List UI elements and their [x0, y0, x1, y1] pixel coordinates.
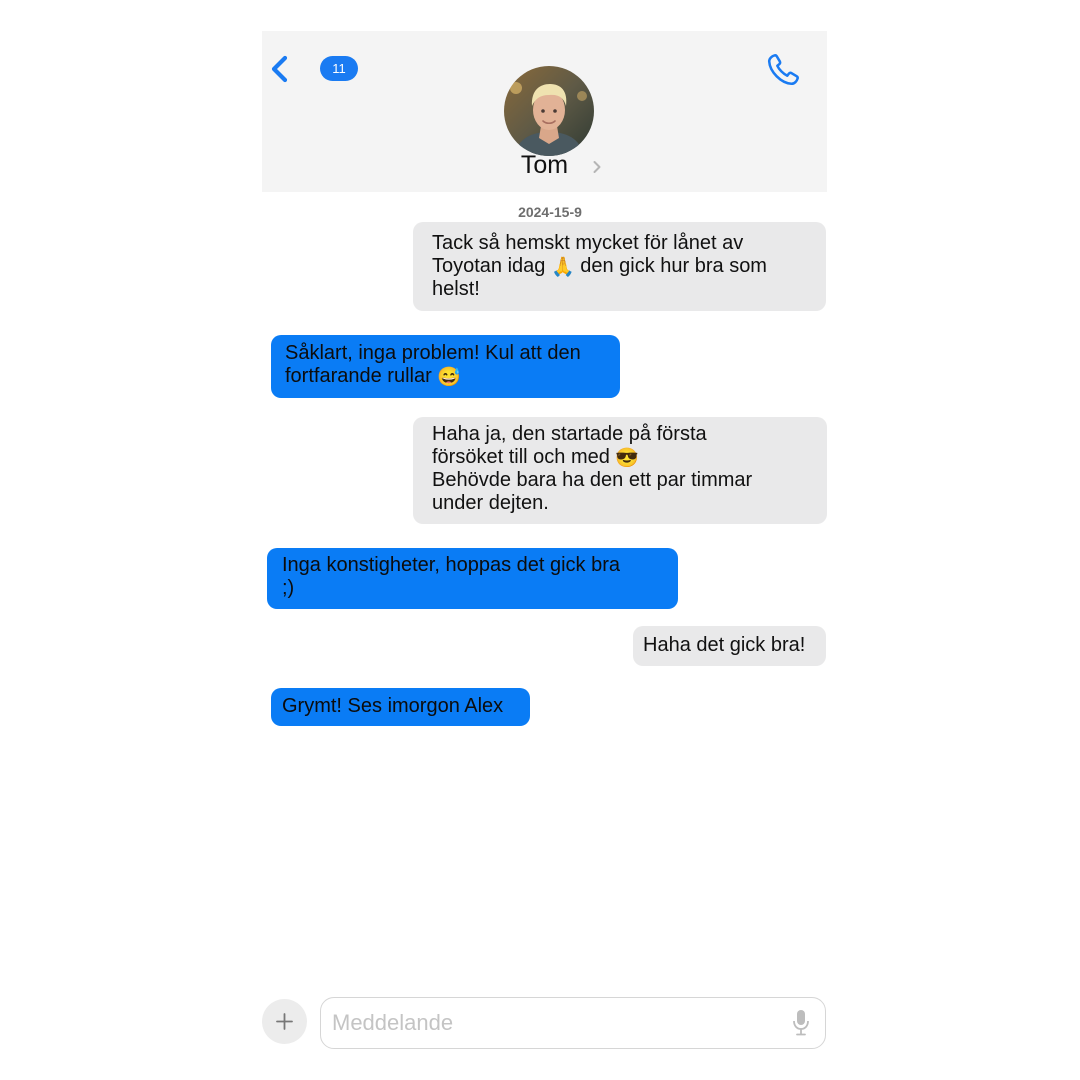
message-text: Behövde bara ha den ett par timmar under…	[432, 469, 753, 514]
message-bubble-incoming[interactable]: Tack så hemskt mycket för lånet av Toyot…	[413, 222, 826, 311]
phone-icon[interactable]	[764, 51, 802, 89]
message-bubble-outgoing[interactable]: Grymt! Ses imorgon Alex	[271, 688, 530, 726]
message-bubble-outgoing[interactable]: Inga konstigheter, hoppas det gick bra ;…	[267, 548, 678, 609]
unread-count-badge[interactable]: 11	[320, 56, 358, 81]
messages-screen: 11 Tom 2024-15-9 Tack så hemskt mycket f…	[262, 31, 827, 1051]
conversation-date: 2024-15-9	[518, 204, 582, 220]
message-text: Såklart, inga problem! Kul att den fortf…	[285, 342, 581, 387]
message-bubble-incoming[interactable]: Haha ja, den startade på första försöket…	[413, 417, 827, 524]
grinning-sweat-emoji: 😅	[437, 367, 461, 388]
message-input[interactable]	[320, 997, 826, 1049]
message-text: Haha ja, den startade på första försöket…	[432, 423, 707, 468]
message-bubble-outgoing[interactable]: Såklart, inga problem! Kul att den fortf…	[271, 335, 620, 398]
microphone-icon[interactable]	[792, 1009, 810, 1036]
add-attachment-button[interactable]	[262, 999, 307, 1044]
message-text: Grymt! Ses imorgon Alex	[282, 695, 504, 717]
chevron-right-icon[interactable]	[592, 160, 602, 174]
message-bubble-incoming[interactable]: Haha det gick bra!	[633, 626, 826, 666]
contact-name[interactable]: Tom	[262, 151, 827, 180]
conversation-header: 11 Tom	[262, 31, 827, 192]
message-composer	[262, 997, 827, 1051]
message-text: Haha det gick bra!	[643, 634, 806, 656]
contact-avatar[interactable]	[504, 66, 594, 156]
message-text: Inga konstigheter, hoppas det gick bra ;…	[282, 554, 621, 599]
folded-hands-emoji: 🙏	[550, 257, 575, 278]
back-chevron-icon[interactable]	[268, 55, 292, 83]
sunglasses-emoji: 😎	[615, 448, 640, 469]
avatar-photo	[504, 66, 594, 156]
plus-icon	[276, 1013, 293, 1030]
